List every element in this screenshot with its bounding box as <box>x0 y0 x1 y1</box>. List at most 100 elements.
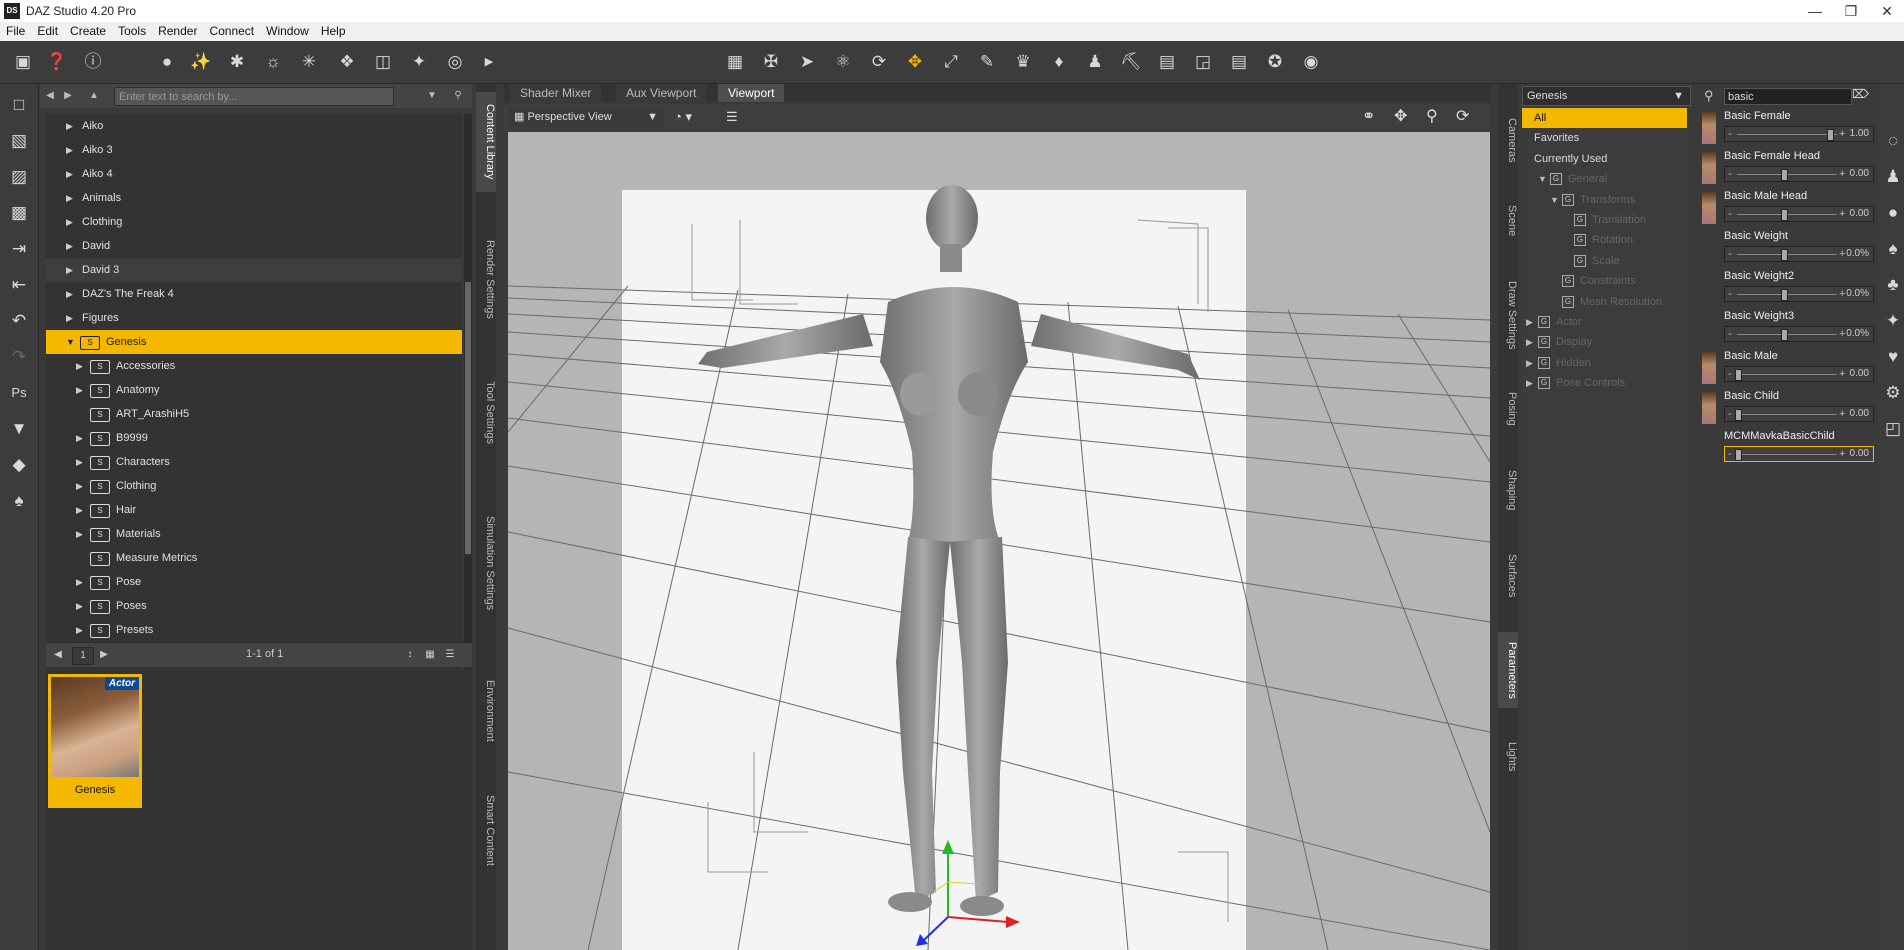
tree-item[interactable]: ▶ Animals <box>46 186 462 210</box>
smart-icon[interactable]: ◌ <box>1880 128 1904 154</box>
parameter-slider[interactable]: Basic Child - +0.00 <box>1696 388 1876 426</box>
tree-item[interactable]: ▼ S Genesis <box>46 330 462 354</box>
import-icon[interactable]: ⇥ <box>6 236 32 262</box>
collapsed-arrow-icon[interactable]: ▶ <box>66 162 76 186</box>
create-point-light-icon[interactable]: ✱ <box>224 49 250 75</box>
collapsed-arrow-icon[interactable]: ▶ <box>66 210 76 234</box>
property-group[interactable]: ▶ G Pose Controls <box>1522 373 1687 393</box>
tab-scene[interactable]: Scene <box>1498 196 1518 246</box>
tree-item[interactable]: ▶ Clothing <box>46 210 462 234</box>
parameter-slider[interactable]: MCMMavkaBasicChild - +0.00 <box>1696 428 1876 466</box>
node-selection-icon[interactable]: ➤ <box>794 49 820 75</box>
bridge-icon[interactable]: ◆ <box>6 452 32 478</box>
create-spotlight-icon[interactable]: ✨ <box>188 49 214 75</box>
slider-value[interactable]: 0.0% <box>1846 247 1869 261</box>
next-page-icon[interactable]: ▶ <box>96 647 112 663</box>
decrement-icon[interactable]: - <box>1728 287 1732 301</box>
sphere-icon[interactable]: ● <box>1880 200 1904 226</box>
property-group[interactable]: G Rotation <box>1522 230 1687 250</box>
figure-setup-icon[interactable]: ♠ <box>6 488 32 514</box>
maximize-icon[interactable]: ❐ <box>1836 2 1866 20</box>
ds-home-icon[interactable]: ▣ <box>10 49 36 75</box>
slider-value[interactable]: 0.0% <box>1846 287 1869 301</box>
parameter-slider[interactable]: Basic Female Head - +0.00 <box>1696 148 1876 186</box>
slider-knob[interactable] <box>1781 249 1788 261</box>
tree-item[interactable]: ▶ David 3 <box>46 258 462 282</box>
decrement-icon[interactable]: - <box>1728 127 1732 141</box>
up-icon[interactable]: ▲ <box>86 88 102 104</box>
group-expand-icon[interactable]: ▼ <box>1538 169 1547 189</box>
pose-tool-icon[interactable]: ♣ <box>1880 272 1904 298</box>
collapsed-arrow-icon[interactable]: ▶ <box>66 234 76 258</box>
parameter-slider[interactable]: Basic Female - +1.00 <box>1696 108 1876 146</box>
clear-search-icon[interactable]: ⌦ <box>1852 87 1869 101</box>
property-group[interactable]: ▼ G Transforms <box>1522 190 1687 210</box>
help-icon[interactable]: ⓘ <box>80 49 106 75</box>
decrement-icon[interactable]: - <box>1728 207 1732 221</box>
collapsed-arrow-icon[interactable]: ▶ <box>76 354 86 378</box>
camera-select[interactable]: ▦ Perspective View ▼ <box>508 107 664 127</box>
tab-draw-settings[interactable]: Draw Settings <box>1498 272 1518 358</box>
toolbar-overflow-icon[interactable]: ▶ <box>476 49 502 75</box>
property-group[interactable]: G Mesh Resolution <box>1522 292 1687 312</box>
tree-item[interactable]: ▶ S Poses <box>46 594 462 618</box>
slider-track[interactable]: - +0.00 <box>1724 406 1874 422</box>
forward-icon[interactable]: ▶ <box>60 88 76 104</box>
universal-tool-icon[interactable]: ✠ <box>758 49 784 75</box>
tree-item[interactable]: ▶ S Characters <box>46 450 462 474</box>
decrement-icon[interactable]: - <box>1728 247 1732 261</box>
viewport-options-icon[interactable]: ☰ <box>726 107 738 127</box>
decrement-icon[interactable]: - <box>1728 327 1732 341</box>
collapsed-arrow-icon[interactable]: ▶ <box>76 594 86 618</box>
collapsed-arrow-icon[interactable]: ▶ <box>66 306 76 330</box>
increment-icon[interactable]: + <box>1839 287 1845 301</box>
create-null-icon[interactable]: ✦ <box>406 49 432 75</box>
collapsed-arrow-icon[interactable]: ▶ <box>66 114 76 138</box>
slider-value[interactable]: 0.0% <box>1846 327 1869 341</box>
create-group-icon[interactable]: ◎ <box>442 49 468 75</box>
slider-knob[interactable] <box>1781 209 1788 221</box>
grid-view-icon[interactable]: ▦ <box>422 647 438 663</box>
tree-item[interactable]: S Measure Metrics <box>46 546 462 570</box>
collapsed-arrow-icon[interactable]: ▶ <box>76 474 86 498</box>
tree-item[interactable]: ▶ S Pose <box>46 570 462 594</box>
tab-render-settings[interactable]: Render Settings <box>476 224 496 334</box>
property-group[interactable]: All <box>1522 108 1687 128</box>
tab-smart-content[interactable]: Smart Content <box>476 780 496 880</box>
menu-tools[interactable]: Tools <box>112 22 152 40</box>
scrollbar-thumb[interactable] <box>465 282 471 554</box>
scale-tool-icon[interactable]: ⤢ <box>938 49 964 75</box>
zoom-icon[interactable]: ⚲ <box>1426 106 1438 126</box>
prev-page-icon[interactable]: ◀ <box>50 647 66 663</box>
parameter-search-input[interactable] <box>1724 88 1852 105</box>
redo-icon[interactable]: ↷ <box>6 344 32 370</box>
tab-shader-mixer[interactable]: Shader Mixer <box>510 84 602 102</box>
group-expand-icon[interactable]: ▶ <box>1526 373 1533 393</box>
slider-value[interactable]: 0.00 <box>1850 367 1869 381</box>
minimize-icon[interactable]: — <box>1800 2 1830 20</box>
slider-knob[interactable] <box>1735 369 1742 381</box>
group-expand-icon[interactable]: ▶ <box>1526 332 1533 352</box>
slider-track[interactable]: - +0.0% <box>1724 246 1874 262</box>
create-distant-light-icon[interactable]: ☼ <box>260 49 286 75</box>
tab-simulation-settings[interactable]: Simulation Settings <box>476 488 496 638</box>
tree-item[interactable]: ▶ Aiko 3 <box>46 138 462 162</box>
slider-value[interactable]: 0.00 <box>1850 167 1869 181</box>
pan-icon[interactable]: ✥ <box>1394 106 1407 126</box>
tab-posing[interactable]: Posing <box>1498 384 1518 434</box>
increment-icon[interactable]: + <box>1839 327 1845 341</box>
weight-map-icon[interactable]: ♛ <box>1010 49 1036 75</box>
render-settings-icon[interactable]: ✪ <box>1262 49 1288 75</box>
collapsed-arrow-icon[interactable]: ▶ <box>66 138 76 162</box>
property-group[interactable]: G Constraints <box>1522 271 1687 291</box>
merge-icon[interactable]: ▨ <box>6 164 32 190</box>
menu-help[interactable]: Help <box>315 22 352 40</box>
menu-connect[interactable]: Connect <box>203 22 260 40</box>
viewport-canvas[interactable] <box>508 132 1490 950</box>
parameter-slider[interactable]: Basic Male - +0.00 <box>1696 348 1876 386</box>
node-select[interactable]: Genesis ▼ <box>1522 86 1691 106</box>
geometry-editor-icon[interactable]: ⛏ <box>1118 49 1144 75</box>
tree-item[interactable]: S ART_ArashiH5 <box>46 402 462 426</box>
parameter-slider[interactable]: Basic Weight2 - +0.0% <box>1696 268 1876 306</box>
property-group[interactable]: ▶ G Hidden <box>1522 353 1687 373</box>
